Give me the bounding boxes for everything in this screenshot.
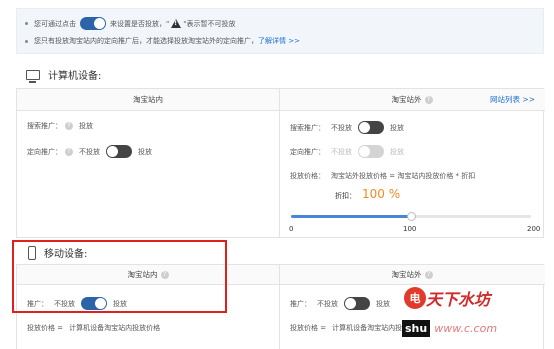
discount-value: 100 % — [362, 187, 401, 201]
header-label: 淘宝站外 — [391, 270, 422, 279]
help-icon[interactable]: ? — [65, 147, 73, 156]
watermark-url: www.c.com — [434, 322, 498, 335]
bullet — [25, 22, 28, 25]
watermark-logo: 电 天下水坊 — [404, 286, 490, 310]
off-label: 不投放 — [79, 147, 100, 156]
header-label: 淘宝站内 — [133, 95, 163, 104]
header-label: 淘宝站外 — [391, 95, 422, 104]
outside-targeted-toggle — [358, 145, 384, 158]
site-list-link[interactable]: 网站列表 >> — [490, 94, 535, 105]
column-divider — [279, 265, 280, 349]
inside-search-row: 搜索推广： ? 投放 — [27, 121, 93, 131]
off-label: 不投放 — [331, 123, 352, 132]
notice-line-toggle: 您可通过点击 来设置是否投放，" "表示暂不可投放 — [25, 17, 235, 30]
watermark-badge: shu — [402, 320, 431, 337]
example-toggle-icon — [80, 17, 106, 30]
off-label: 不投放 — [317, 299, 338, 308]
learn-more-link[interactable]: 了解详情 >> — [258, 36, 300, 46]
computer-section-title: 计算机设备: — [26, 67, 102, 83]
notice-text: 您可通过点击 — [34, 19, 76, 28]
outside-search-toggle[interactable] — [358, 121, 384, 134]
notice-text: "表示暂不可投放 — [183, 19, 236, 28]
slider-min-label: 0 — [289, 225, 294, 233]
discount-label: 折扣： — [335, 192, 356, 200]
notice-text: 您只有投放淘宝站内的定向推广后，才能选择投放淘宝站外的定向推广， — [34, 37, 258, 45]
row-label: 投放价格 = — [290, 324, 327, 332]
slider-fill — [291, 215, 411, 218]
on-label: 投放 — [390, 123, 404, 132]
mobile-outside-promo-row: 推广： 不投放 投放 — [290, 297, 390, 310]
notice-text: 来设置是否投放，" — [110, 19, 170, 28]
on-label: 投放 — [138, 147, 152, 156]
row-label: 搜索推广： — [27, 122, 62, 130]
row-label: 定向推广： — [290, 147, 325, 156]
on-label: 投放 — [390, 147, 404, 156]
column-divider — [279, 89, 280, 237]
computer-inside-header: 淘宝站内 — [17, 89, 279, 111]
notice-banner: 您可通过点击 来设置是否投放，" "表示暂不可投放 您只有投放淘宝站内的定向推广… — [16, 8, 544, 54]
on-label: 投放 — [376, 299, 390, 308]
row-label: 投放价格 = — [27, 324, 64, 332]
mobile-inside-price-row: 投放价格 = 计算机设备淘宝站内投放价格 — [27, 323, 160, 333]
row-label: 推广： — [290, 299, 311, 308]
inside-targeted-toggle[interactable] — [106, 145, 132, 158]
discount-slider[interactable] — [291, 212, 531, 221]
price-formula: 淘宝站外投放价格 = 淘宝站内投放价格 * 折扣 — [331, 172, 476, 180]
highlight-box — [12, 240, 227, 313]
computer-outside-header: 淘宝站外 ? 网站列表 >> — [279, 89, 545, 111]
slider-max-label: 200 — [527, 225, 541, 233]
slider-handle[interactable] — [406, 212, 416, 221]
outside-search-row: 搜索推广： 不投放 投放 — [290, 121, 404, 134]
price-formula: 计算机设备淘宝站内投放价格 — [69, 324, 161, 332]
row-value: 投放 — [79, 122, 93, 130]
outside-targeted-row: 定向推广： 不投放 投放 — [290, 145, 404, 158]
bullet — [25, 39, 28, 43]
row-label: 搜索推广： — [290, 123, 325, 132]
help-icon[interactable]: ? — [65, 122, 73, 130]
watermark-text: 天下水坊 — [426, 290, 491, 309]
off-label: 不投放 — [331, 147, 352, 156]
mobile-outside-header: 淘宝站外 ? — [279, 265, 545, 285]
watermark-site: shu www.c.com — [402, 320, 497, 337]
row-label: 定向推广： — [27, 147, 62, 156]
section-title-text: 计算机设备: — [48, 71, 102, 82]
outside-price-row: 投放价格： 淘宝站外投放价格 = 淘宝站内投放价格 * 折扣 — [290, 171, 475, 181]
computer-panel: 淘宝站内 淘宝站外 ? 网站列表 >> 搜索推广： ? 投放 定向推广： ? 不… — [16, 88, 545, 238]
help-icon[interactable]: ? — [424, 95, 433, 104]
warning-icon — [171, 19, 182, 28]
inside-targeted-row: 定向推广： ? 不投放 投放 — [27, 145, 152, 158]
row-label: 投放价格： — [290, 172, 325, 180]
mobile-outside-toggle[interactable] — [344, 297, 370, 310]
notice-line-info: 您只有投放淘宝站内的定向推广后，才能选择投放淘宝站外的定向推广， 了解详情 >> — [25, 36, 300, 46]
watermark-circle: 电 — [404, 287, 426, 309]
computer-icon — [26, 69, 40, 83]
help-icon[interactable]: ? — [424, 270, 433, 279]
discount-display: 折扣： 100 % — [335, 187, 400, 201]
slider-mid-label: 100 — [403, 225, 417, 233]
